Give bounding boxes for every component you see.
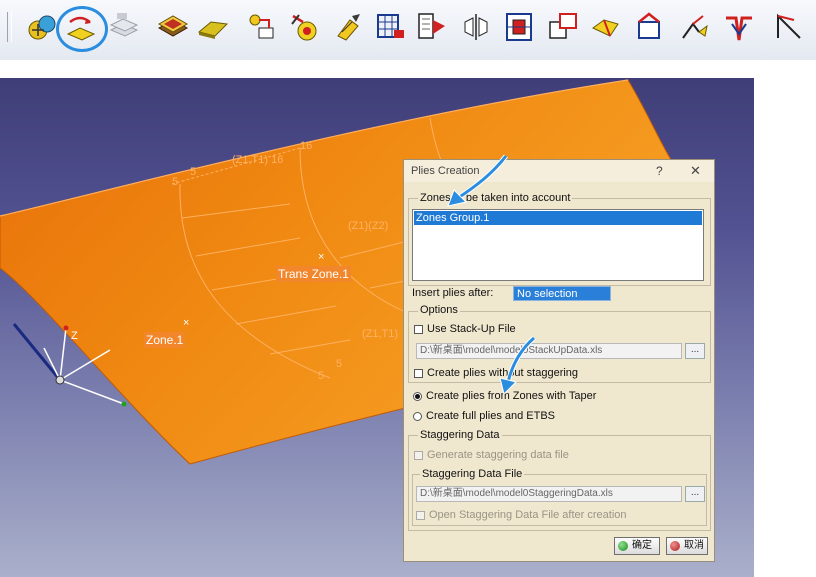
cutting-icon[interactable]: [677, 10, 711, 44]
darts-icon[interactable]: [722, 10, 756, 44]
explode-icon[interactable]: [546, 10, 580, 44]
insert-plies-after-field[interactable]: No selection: [513, 286, 611, 301]
highlight-ring: [56, 6, 108, 52]
toolbar-grip[interactable]: [7, 12, 12, 42]
ok-icon: [618, 541, 628, 551]
open-staggering-label: Open Staggering Data File after creation: [429, 509, 627, 521]
drape-icon[interactable]: [330, 10, 364, 44]
zone-tag-z1t1: (Z1,T1): [362, 328, 399, 340]
symmetry-icon[interactable]: [459, 10, 493, 44]
ok-button-label: 确定: [632, 540, 652, 551]
svg-text:×: ×: [183, 317, 189, 329]
generate-staggering-checkbox[interactable]: [414, 451, 423, 460]
transition-icon[interactable]: [590, 10, 624, 44]
trans-zone-label[interactable]: Trans Zone.1: [276, 266, 351, 282]
radio-full-plies-etbs-label[interactable]: Create full plies and ETBS: [426, 410, 555, 422]
no-staggering-checkbox[interactable]: [414, 369, 423, 378]
cancel-button-label: 取消: [684, 540, 704, 551]
generate-staggering-label: Generate staggering data file: [427, 449, 569, 461]
thickness-tag-5-d: 5: [318, 370, 325, 382]
thickness-tag-16: 16: [300, 140, 313, 152]
insert-plies-after-label: Insert plies after:: [412, 287, 494, 299]
axis-z-label: Z: [71, 330, 78, 342]
plies-group-icon: [107, 10, 141, 44]
open-staggering-checkbox[interactable]: [416, 511, 425, 520]
zone-label[interactable]: Zone.1: [144, 332, 186, 348]
grid-panel-icon[interactable]: [374, 10, 408, 44]
annotation-arrow-taper: [499, 336, 536, 395]
staggering-file-label: Staggering Data File: [420, 468, 525, 480]
staggering-path-field[interactable]: D:\新桌面\model\model0StaggeringData.xls: [416, 486, 682, 502]
annotation-arrow-zones: [447, 154, 508, 207]
thickness-tag-5-a: 5: [190, 166, 197, 178]
sequence-icon[interactable]: [287, 10, 321, 44]
thickness-tag-5-b: 5: [172, 176, 179, 188]
ok-button[interactable]: 确定: [614, 537, 660, 555]
close-button[interactable]: ✕: [690, 163, 701, 179]
use-stackup-checkbox[interactable]: [414, 325, 423, 334]
cancel-icon: [670, 541, 680, 551]
composites-group-icon[interactable]: [26, 10, 60, 44]
stackup-browse-button[interactable]: ...: [685, 343, 705, 359]
help-button[interactable]: ?: [656, 164, 663, 178]
toolbar: [0, 0, 816, 60]
svg-text:×: ×: [318, 251, 324, 263]
ply-table-icon[interactable]: [156, 10, 190, 44]
flatten-icon[interactable]: [415, 10, 449, 44]
radio-zones-with-taper[interactable]: [413, 392, 422, 401]
cancel-button[interactable]: 取消: [666, 537, 708, 555]
core-sample-icon[interactable]: [503, 10, 537, 44]
zone-tag-z1z2: (Z1)(Z2): [348, 220, 389, 232]
ply-exploder-icon[interactable]: [633, 10, 667, 44]
staggering-browse-button[interactable]: ...: [685, 486, 705, 502]
staggering-data-label: Staggering Data: [418, 429, 502, 441]
thickness-tag-5-c: 5: [336, 358, 343, 370]
radio-full-plies-etbs[interactable]: [413, 412, 422, 421]
plies-solid-icon[interactable]: [196, 10, 230, 44]
zone-tag-z1t1-16: (Z1,T1) 16: [232, 154, 284, 166]
options-label: Options: [418, 304, 460, 316]
rosette-icon[interactable]: [772, 10, 806, 44]
ply-split-icon[interactable]: [245, 10, 279, 44]
